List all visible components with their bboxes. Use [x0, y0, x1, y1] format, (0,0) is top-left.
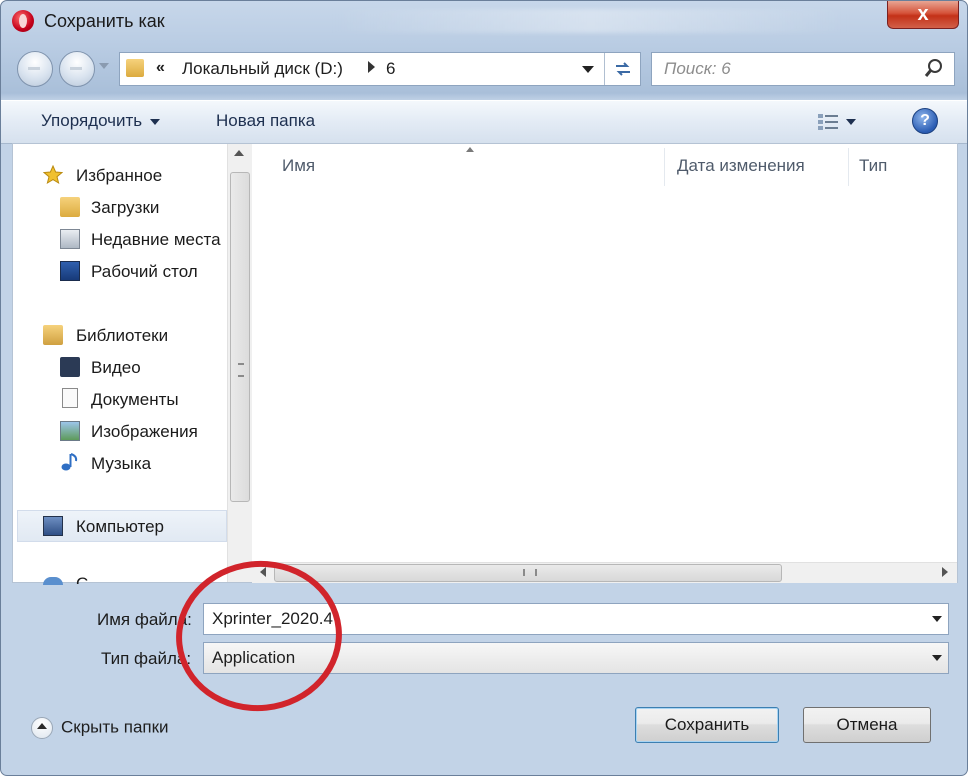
scrollbar-thumb[interactable]: [230, 172, 250, 502]
recent-locations-dropdown[interactable]: [99, 63, 109, 69]
nav-documents[interactable]: Документы: [91, 390, 179, 410]
nav-network[interactable]: С: [76, 574, 88, 584]
sort-ascending-icon: [466, 147, 474, 152]
breadcrumb-folder[interactable]: 6: [386, 59, 395, 79]
grip-icon: [238, 363, 244, 377]
hide-folders-button[interactable]: Скрыть папки: [31, 717, 169, 739]
nav-favorites[interactable]: Избранное: [76, 166, 162, 186]
filetype-dropdown-icon[interactable]: [932, 655, 942, 661]
chevron-up-icon: [31, 717, 53, 739]
refresh-icon: [616, 62, 630, 76]
cancel-button[interactable]: Отмена: [803, 707, 931, 743]
address-bar[interactable]: « Локальный диск (D:) 6: [119, 52, 641, 86]
folder-icon: [126, 59, 144, 77]
browser-area: Избранное Загрузки Недавние места Рабочи…: [12, 143, 958, 585]
organize-label: Упорядочить: [41, 111, 143, 130]
filename-dropdown-icon[interactable]: [932, 616, 942, 622]
nav-vertical-scrollbar[interactable]: [227, 144, 252, 582]
back-button[interactable]: [17, 51, 53, 87]
hide-folders-label: Скрыть папки: [61, 717, 169, 737]
recent-places-icon: [60, 229, 80, 249]
file-list-horizontal-scrollbar[interactable]: [252, 562, 957, 583]
nav-downloads[interactable]: Загрузки: [91, 198, 159, 218]
search-input[interactable]: Поиск: 6: [664, 59, 731, 79]
save-button[interactable]: Сохранить: [635, 707, 779, 743]
organize-button[interactable]: Упорядочить: [41, 111, 161, 131]
column-header-date-modified[interactable]: Дата изменения: [677, 156, 805, 176]
nav-music[interactable]: Музыка: [91, 454, 151, 474]
nav-desktop[interactable]: Рабочий стол: [91, 262, 198, 282]
scroll-up-icon[interactable]: [234, 150, 244, 156]
help-button[interactable]: ?: [912, 108, 938, 134]
music-note-icon: [61, 453, 78, 471]
horizontal-scrollbar-thumb[interactable]: [274, 564, 782, 582]
file-list[interactable]: Имя Дата изменения Тип: [252, 144, 957, 564]
libraries-icon: [43, 325, 63, 345]
new-folder-button[interactable]: Новая папка: [216, 111, 315, 131]
documents-icon: [62, 388, 78, 408]
column-divider[interactable]: [664, 148, 665, 186]
view-dropdown-icon[interactable]: [846, 119, 856, 125]
command-bar: Упорядочить Новая папка ?: [1, 100, 967, 144]
chevron-down-icon: [150, 118, 161, 125]
nav-computer[interactable]: Компьютер: [76, 517, 164, 537]
column-divider[interactable]: [848, 148, 849, 186]
scroll-right-icon[interactable]: [942, 567, 948, 577]
pictures-icon: [60, 421, 80, 441]
column-header-type[interactable]: Тип: [859, 156, 887, 176]
breadcrumb-overflow[interactable]: «: [156, 59, 165, 77]
network-icon: [43, 577, 63, 585]
nav-libraries[interactable]: Библиотеки: [76, 326, 168, 346]
breadcrumb-drive[interactable]: Локальный диск (D:): [182, 59, 343, 79]
opera-icon: [12, 10, 34, 32]
search-box[interactable]: Поиск: 6: [651, 52, 955, 86]
title-bar: Сохранить как x: [1, 1, 967, 41]
dialog-title: Сохранить как: [44, 11, 165, 31]
star-icon: [43, 165, 63, 185]
search-icon[interactable]: [924, 58, 944, 78]
view-list-icon: [818, 114, 838, 130]
nav-pictures[interactable]: Изображения: [91, 422, 198, 442]
close-button[interactable]: x: [887, 1, 959, 29]
refresh-button[interactable]: [604, 53, 641, 85]
address-dropdown-icon[interactable]: [582, 66, 594, 73]
desktop-icon: [60, 261, 80, 281]
column-header-name[interactable]: Имя: [282, 156, 315, 176]
nav-video[interactable]: Видео: [91, 358, 141, 378]
nav-recent-places[interactable]: Недавние места: [91, 230, 221, 250]
downloads-folder-icon: [60, 197, 80, 217]
breadcrumb-arrow-icon[interactable]: [368, 61, 375, 73]
computer-icon: [43, 516, 63, 536]
forward-button[interactable]: [59, 51, 95, 87]
navigation-pane[interactable]: Избранное Загрузки Недавние места Рабочи…: [13, 144, 227, 585]
change-view-button[interactable]: [816, 111, 876, 133]
video-icon: [60, 357, 80, 377]
grip-icon: [523, 569, 537, 576]
blurred-background-title: [331, 9, 851, 33]
save-as-dialog: Сохранить как x « Локальный диск (D:) 6 …: [0, 0, 968, 776]
